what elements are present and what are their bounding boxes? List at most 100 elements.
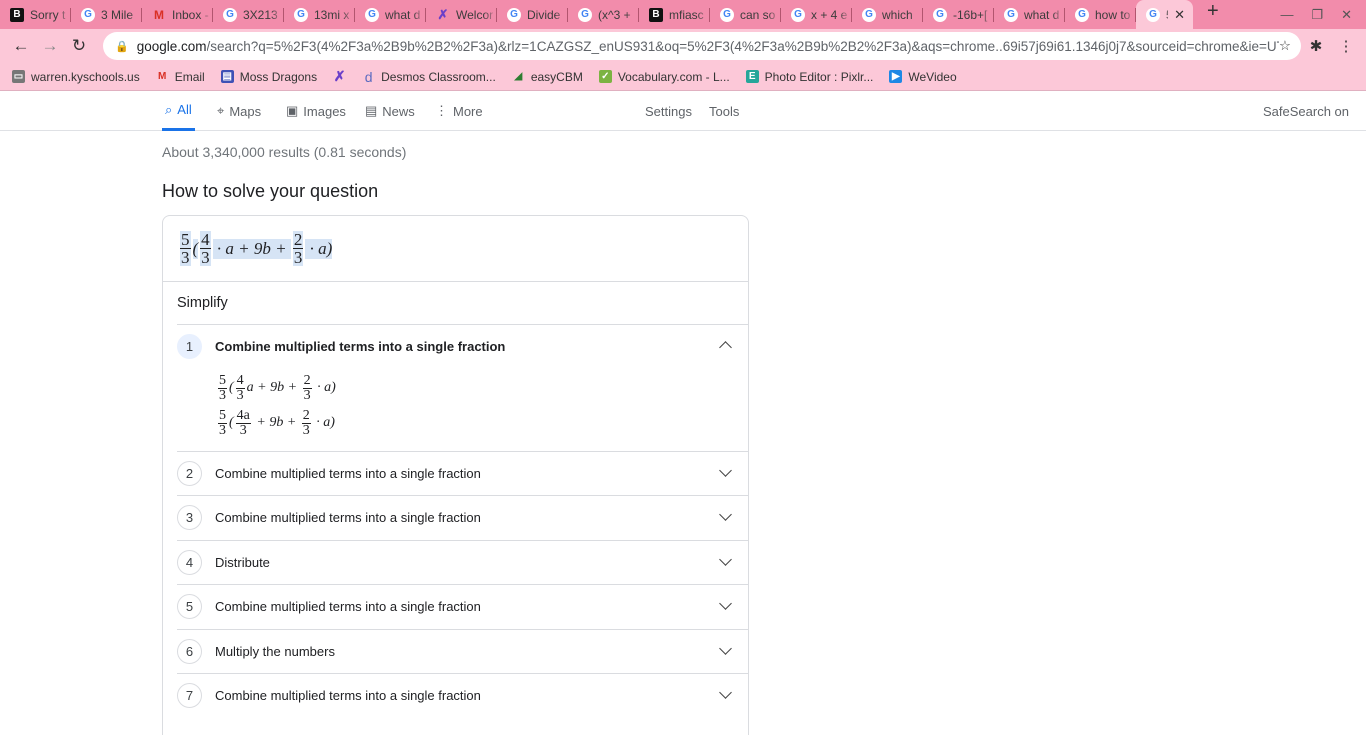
tools-link[interactable]: Tools bbox=[709, 91, 739, 131]
chevron-down-icon[interactable] bbox=[719, 508, 732, 521]
step-work: 5 3(4 3 a + 9b + 23 · a) 5 3(4a 3 + 9b + 23 · … bbox=[177, 369, 748, 451]
solution-step[interactable]: 6 Multiply the numbers bbox=[177, 628, 748, 674]
browser-tab[interactable]: Gwhat d bbox=[355, 0, 426, 29]
numerator: 5 bbox=[218, 407, 227, 424]
tab-label: Images bbox=[303, 103, 346, 119]
math-text: a + 9b + bbox=[246, 380, 301, 395]
tab-title: Sorry t bbox=[30, 7, 66, 22]
tab-title: -16b+[ bbox=[953, 7, 988, 22]
browser-tab[interactable]: Gcan so bbox=[710, 0, 781, 29]
browser-tab[interactable]: G 3X213 bbox=[213, 0, 284, 29]
browser-tab[interactable]: ✗ Welcor bbox=[426, 0, 497, 29]
bookmark-pixlr[interactable]: E Photo Editor : Pixlr... bbox=[745, 69, 874, 84]
desmos-icon: d bbox=[364, 68, 373, 85]
chevron-down-icon[interactable] bbox=[719, 641, 732, 655]
browser-tab[interactable]: M Inbox - bbox=[142, 0, 213, 29]
browser-tab[interactable]: Bmfiasc bbox=[639, 0, 710, 29]
tab-title: what d bbox=[1024, 7, 1060, 22]
b-logo-icon: B bbox=[649, 7, 663, 22]
fraction: 43 bbox=[235, 373, 245, 403]
tab-title: mfiasc bbox=[669, 7, 704, 22]
extensions-icon[interactable]: ✱ bbox=[1301, 37, 1331, 55]
tab-all[interactable]: ⌕ All bbox=[162, 91, 195, 131]
safesearch-label: SafeSearch on bbox=[1263, 103, 1350, 119]
numerator: 2 bbox=[301, 407, 311, 424]
solution-step[interactable]: 5 Combine multiplied terms into a single … bbox=[177, 584, 748, 629]
back-icon[interactable]: ← bbox=[8, 36, 34, 56]
browser-tab[interactable]: G 5/3 ✕ bbox=[1136, 0, 1193, 29]
tab-news[interactable]: ▤ News bbox=[365, 91, 415, 131]
new-tab-button[interactable]: + bbox=[1207, 0, 1219, 26]
restore-icon[interactable]: ❐ bbox=[1311, 7, 1323, 23]
settings-link[interactable]: Settings bbox=[645, 91, 692, 131]
browser-tab[interactable]: G -16b+[ bbox=[923, 0, 994, 29]
solution-step[interactable]: 1 Combine multiplied terms into a single … bbox=[177, 324, 748, 369]
chevron-down-icon[interactable] bbox=[719, 463, 732, 477]
forward-icon[interactable]: → bbox=[37, 36, 63, 56]
solution-step[interactable]: 4 Distribute bbox=[177, 539, 748, 585]
bookmark-warren[interactable]: ▭ warren.kyschools.us bbox=[12, 70, 140, 84]
settings-label: Settings bbox=[645, 103, 692, 119]
bookmark-label: Photo Editor : Pixlr... bbox=[764, 69, 874, 84]
tab-title: Inbox - bbox=[172, 7, 209, 22]
google-icon: G bbox=[365, 7, 379, 22]
browser-tab[interactable]: G Divide bbox=[497, 0, 568, 29]
tab-images[interactable]: ▣ Images bbox=[286, 91, 346, 131]
fraction: 23 bbox=[292, 231, 304, 266]
solution-step[interactable]: 2 Combine multiplied terms into a single … bbox=[177, 450, 748, 496]
fraction: 23 bbox=[301, 407, 311, 438]
bookmark-x[interactable]: ✗ bbox=[333, 68, 346, 84]
tab-maps[interactable]: ⌖ Maps bbox=[217, 91, 261, 131]
browser-tab[interactable]: G 3 Mile bbox=[71, 0, 142, 29]
google-icon: G bbox=[1004, 7, 1018, 22]
denominator: 3 bbox=[302, 422, 310, 438]
browser-tab[interactable]: Gwhich bbox=[852, 0, 923, 29]
bookmark-easycbm[interactable]: ◢ easyCBM bbox=[512, 70, 582, 84]
address-bar[interactable]: 🔒 google.com/search?q=5%2F3(4%2F3a%2B9b%… bbox=[103, 32, 1301, 60]
browser-tab[interactable]: B Sorry t bbox=[0, 0, 71, 29]
tab-title: Welcor bbox=[456, 7, 494, 22]
minimize-icon[interactable]: — bbox=[1280, 7, 1293, 22]
browser-tab[interactable]: Gx + 4 e bbox=[781, 0, 852, 29]
bookmark-wevideo[interactable]: ▶ WeVideo bbox=[889, 70, 957, 84]
solution-step[interactable]: 3 Combine multiplied terms into a single … bbox=[177, 495, 748, 540]
step-title: Multiply the numbers bbox=[215, 643, 335, 659]
bookmark-email[interactable]: M Email bbox=[156, 70, 205, 84]
browser-tab[interactable]: Ghow to bbox=[1065, 0, 1136, 29]
math-text: · a) bbox=[312, 415, 335, 430]
chevron-down-icon[interactable] bbox=[719, 597, 732, 610]
reload-icon[interactable]: ↻ bbox=[66, 36, 92, 56]
fraction: 53 bbox=[218, 407, 227, 438]
step-number: 3 bbox=[177, 505, 202, 531]
close-tab-icon[interactable]: ✕ bbox=[1174, 7, 1185, 23]
url-path: /search?q=5%2F3(4%2F3a%2B9b%2B2%2F3a)&rl… bbox=[206, 38, 1279, 54]
browser-tab[interactable]: Gwhat d bbox=[994, 0, 1065, 29]
chevron-down-icon[interactable] bbox=[719, 552, 732, 566]
solution-step[interactable]: 7 Combine multiplied terms into a single … bbox=[177, 673, 748, 718]
bookmark-star-icon[interactable]: ☆ bbox=[1279, 38, 1291, 54]
search-icon: ⌕ bbox=[165, 101, 173, 117]
google-icon: G bbox=[294, 7, 308, 22]
browser-tab[interactable]: G 13mi x bbox=[284, 0, 355, 29]
tab-title: Divide bbox=[527, 7, 561, 22]
denominator: 3 bbox=[219, 387, 226, 403]
bookmark-desmos[interactable]: d Desmos Classroom... bbox=[362, 68, 496, 85]
denominator: 3 bbox=[303, 387, 311, 403]
google-icon: G bbox=[223, 7, 237, 22]
close-window-icon[interactable]: ✕ bbox=[1341, 7, 1352, 23]
easycbm-icon: ◢ bbox=[514, 71, 523, 82]
fraction: 53 bbox=[218, 373, 227, 403]
chevron-down-icon[interactable] bbox=[719, 686, 732, 699]
gmail-icon: M bbox=[158, 71, 167, 82]
menu-icon[interactable]: ⋮ bbox=[1331, 37, 1361, 55]
browser-tab[interactable]: G (x^3 + bbox=[568, 0, 639, 29]
safesearch-status[interactable]: SafeSearch on bbox=[1263, 91, 1349, 131]
bookmark-moss-dragons[interactable]: ▤ Moss Dragons bbox=[220, 70, 317, 84]
problem-expression: 5 3(4 3 · a + 9b + 23 · a) bbox=[163, 216, 748, 282]
denominator: 3 bbox=[181, 248, 190, 267]
tab-title: 3 Mile bbox=[101, 7, 134, 22]
chevron-up-icon[interactable] bbox=[719, 341, 732, 354]
tab-more[interactable]: ⋮ More bbox=[435, 91, 483, 131]
pixlr-icon: E bbox=[745, 70, 759, 83]
bookmark-vocabulary[interactable]: ✓ Vocabulary.com - L... bbox=[598, 70, 730, 84]
